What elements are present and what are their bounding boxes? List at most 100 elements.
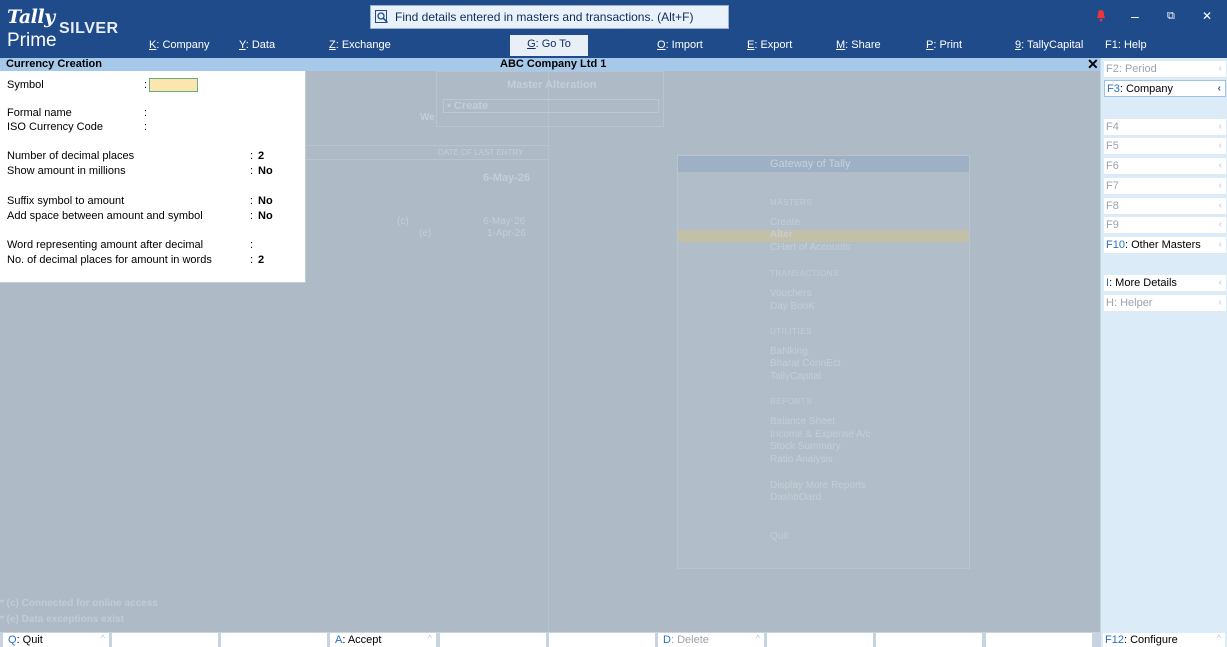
iso-code-field[interactable] xyxy=(150,120,300,133)
search-icon xyxy=(375,10,389,24)
master-alteration-title: Master Alteration xyxy=(507,79,597,91)
note-connected: * (c) Connected for online access xyxy=(0,598,158,609)
menu-import[interactable]: O: Import xyxy=(657,39,703,51)
minimize-icon[interactable]: – xyxy=(1131,8,1139,24)
sidebar-f5[interactable]: F5 ‹ xyxy=(1104,138,1226,155)
gateway-quit: Quit xyxy=(770,531,789,542)
search-bar[interactable]: Find details entered in masters and tran… xyxy=(370,5,729,29)
company-name: ABC Company Ltd 1 xyxy=(500,58,607,70)
sidebar-helper[interactable]: H: Helper ‹ xyxy=(1104,295,1226,312)
bottom-empty-button-1[interactable] xyxy=(112,633,218,647)
menu-tallycapital[interactable]: 9: TallyCapital xyxy=(1015,39,1083,51)
gateway-alter: Alter xyxy=(770,229,793,240)
restore-icon[interactable]: ⧉ xyxy=(1167,10,1175,23)
formal-name-field[interactable] xyxy=(150,106,300,119)
decimal-places-colon: : xyxy=(250,150,254,162)
bottom-empty-button-7[interactable] xyxy=(986,633,1092,647)
bottom-empty-button-4[interactable] xyxy=(549,633,655,647)
space-field[interactable]: No xyxy=(258,210,273,222)
gateway-bharat: Bharat ConnEct xyxy=(770,358,841,369)
sidebar-f7[interactable]: F7 ‹ xyxy=(1104,178,1226,195)
sidebar-f10-other-masters[interactable]: F10: Other Masters ‹ xyxy=(1104,237,1226,254)
sidebar-f4[interactable]: F4 ‹ xyxy=(1104,119,1226,136)
symbol-input[interactable] xyxy=(149,78,198,92)
date-of-last-entry: DATE OF LAST ENTRY xyxy=(438,148,524,157)
bottom-empty-button-2[interactable] xyxy=(221,633,327,647)
formal-name-colon: : xyxy=(144,107,148,119)
chevron-left-icon: ‹ xyxy=(1218,160,1222,171)
bottom-empty-button-3[interactable] xyxy=(440,633,546,647)
currency-creation-form: Symbol : Formal name : ISO Currency Code… xyxy=(0,71,306,283)
menu-export[interactable]: E: Export xyxy=(747,39,792,51)
decimal-places-label: Number of decimal places xyxy=(7,150,135,162)
background-we: We xyxy=(420,112,435,123)
sidebar-f2-period[interactable]: F2: Period ‹ xyxy=(1104,61,1226,78)
chevron-up-icon: ^ xyxy=(427,633,432,643)
background-date1: 6-May-26 xyxy=(483,172,531,184)
word-decimal-colon: : xyxy=(250,239,254,251)
menu-company[interactable]: K: Company xyxy=(149,39,210,51)
suffix-field[interactable]: No xyxy=(258,195,273,207)
word-decimal-field[interactable] xyxy=(258,238,302,251)
menu-goto[interactable]: G: Go To xyxy=(510,35,588,56)
notification-bell-icon[interactable] xyxy=(1095,9,1107,25)
gateway-masters-section: MASTERS xyxy=(770,198,813,207)
chevron-left-icon: ‹ xyxy=(1218,200,1222,211)
menu-data[interactable]: Y: Data xyxy=(239,39,275,51)
millions-colon: : xyxy=(250,165,254,177)
sidebar-f6[interactable]: F6 ‹ xyxy=(1104,158,1226,175)
gateway-create: Create xyxy=(770,217,801,228)
space-label: Add space between amount and symbol xyxy=(7,210,203,222)
words-places-field[interactable]: 2 xyxy=(258,254,264,266)
window-close-icon[interactable]: ✕ xyxy=(1202,9,1212,23)
gateway-ratio: Ratio Analysis xyxy=(770,454,833,465)
millions-field[interactable]: No xyxy=(258,165,273,177)
title-strip: Currency Creation ABC Company Ltd 1 ✕ xyxy=(0,56,1100,72)
menu-print[interactable]: P: Print xyxy=(926,39,962,51)
sidebar-more-details[interactable]: I: More Details ‹ xyxy=(1104,275,1226,292)
menu-help[interactable]: F1: Help xyxy=(1105,39,1147,51)
gateway-daybook: Day BooK xyxy=(770,301,816,312)
bottom-quit-button[interactable]: Q: Quit ^ xyxy=(3,633,109,647)
bottom-accept-button[interactable]: A: Accept ^ xyxy=(330,633,436,647)
bottom-empty-button-5[interactable] xyxy=(767,633,873,647)
menu-share[interactable]: M: Share xyxy=(836,39,881,51)
bottom-button-bar: Q: Quit ^ A: Accept ^ D: Delete ^ xyxy=(0,632,1100,647)
gateway-banking: BaNking xyxy=(770,346,808,357)
words-places-colon: : xyxy=(250,254,254,266)
bottom-empty-button-6[interactable] xyxy=(876,633,982,647)
gateway-of-tally-panel: Gateway of Tally MASTERS Create Alter CH… xyxy=(677,155,970,569)
gateway-vouchers: Vouchers xyxy=(770,288,812,299)
sidebar-f3-company[interactable]: F3: Company ‹ xyxy=(1104,80,1226,97)
chevron-left-icon: ‹ xyxy=(1218,121,1222,132)
sidebar-f8[interactable]: F8 ‹ xyxy=(1104,198,1226,215)
gateway-tallycapital: TallyCapital xyxy=(770,371,822,382)
configure-button[interactable]: F12: Configure ^ xyxy=(1103,633,1225,647)
background-date2: 6-May-26 xyxy=(483,216,526,227)
background-date3: 1-Apr-26 xyxy=(487,228,526,239)
chevron-up-icon: ^ xyxy=(100,633,105,643)
chevron-left-icon: ‹ xyxy=(1218,63,1222,74)
sidebar-f9[interactable]: F9 ‹ xyxy=(1104,217,1226,234)
space-colon: : xyxy=(250,210,254,222)
millions-label: Show amount in millions xyxy=(7,165,126,177)
gateway-transactions-section: TRANSACTIONS xyxy=(770,269,839,278)
screen-title: Currency Creation xyxy=(6,58,102,70)
logo-prime: Prime xyxy=(7,30,57,51)
note-exceptions: * (e) Data exceptions exist xyxy=(0,614,124,625)
suffix-label: Suffix symbol to amount xyxy=(7,195,125,207)
bottom-delete-button[interactable]: D: Delete ^ xyxy=(658,633,764,647)
gateway-dashboard: DashbOard xyxy=(770,492,822,503)
decimal-places-field[interactable]: 2 xyxy=(258,150,264,162)
background-e-mark: (e) xyxy=(419,228,432,239)
formal-name-label: Formal name xyxy=(7,107,72,119)
words-places-label: No. of decimal places for amount in word… xyxy=(7,254,212,266)
gateway-utilities-section: UTILITIES xyxy=(770,327,812,336)
gateway-stock: Stock Summary xyxy=(770,441,841,452)
master-alteration-panel: Master Alteration • Create xyxy=(436,71,664,127)
gateway-more-reports: Display More Reports xyxy=(770,480,867,491)
background-divider xyxy=(548,71,549,632)
chevron-up-icon: ^ xyxy=(1216,633,1221,643)
symbol-label: Symbol xyxy=(7,79,44,91)
menu-exchange[interactable]: Z: Exchange xyxy=(329,39,391,51)
